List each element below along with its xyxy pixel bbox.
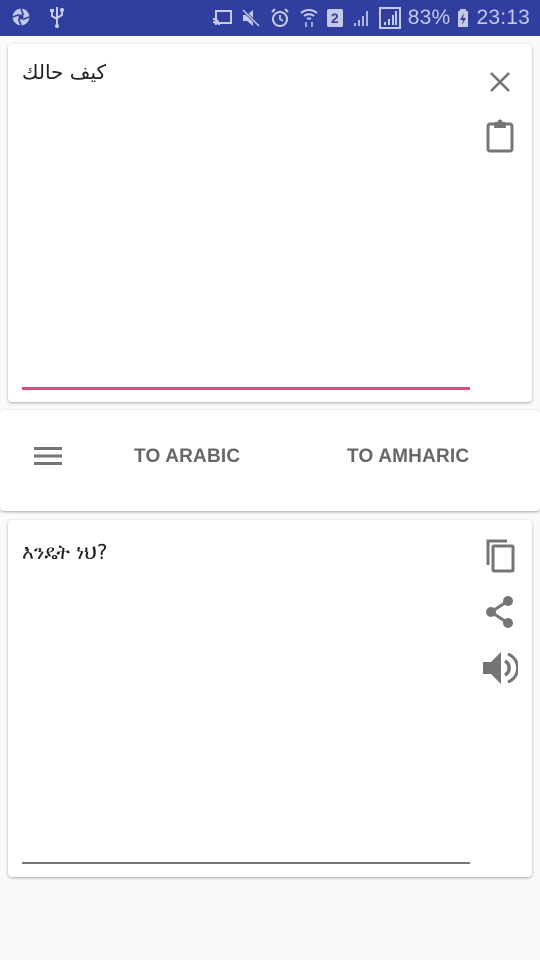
hamburger-menu-icon (34, 446, 62, 471)
sim2-icon: 2 (326, 9, 343, 27)
output-card: እንዴት ነህ? (8, 520, 532, 877)
paste-clipboard-icon (486, 119, 514, 158)
output-underline (22, 862, 470, 864)
speaker-icon (482, 650, 520, 691)
clock: 23:13 (476, 6, 530, 29)
speak-button[interactable] (480, 650, 520, 690)
share-button[interactable] (480, 594, 520, 634)
signal-icon (378, 7, 401, 29)
input-card: كيف حالك (8, 44, 532, 402)
direction-toolbar: TO ARABIC TO AMHARIC (0, 410, 540, 511)
signal-weak-icon (350, 7, 372, 29)
input-underline (22, 387, 470, 390)
share-icon (485, 595, 515, 633)
paste-button[interactable] (480, 118, 520, 158)
alarm-icon (269, 7, 291, 29)
to-amharic-button[interactable]: TO AMHARIC (347, 446, 469, 478)
mute-icon (240, 7, 262, 29)
close-icon (488, 70, 512, 99)
wifi-icon (298, 7, 320, 29)
battery-charging-icon (457, 7, 469, 29)
source-text-input[interactable]: كيف حالك (22, 60, 462, 84)
usb-icon (46, 6, 68, 28)
cast-icon (211, 7, 233, 29)
battery-percent: 83% (407, 6, 451, 29)
clear-button[interactable] (480, 64, 520, 104)
translated-text: እንዴት ነህ? (22, 540, 108, 564)
menu-button[interactable] (26, 440, 70, 476)
copy-button[interactable] (480, 538, 520, 578)
copy-icon (485, 539, 515, 578)
camera-aperture-icon (10, 6, 32, 28)
to-arabic-button[interactable]: TO ARABIC (134, 446, 240, 478)
status-bar: 2 83% 23:13 (0, 0, 540, 36)
